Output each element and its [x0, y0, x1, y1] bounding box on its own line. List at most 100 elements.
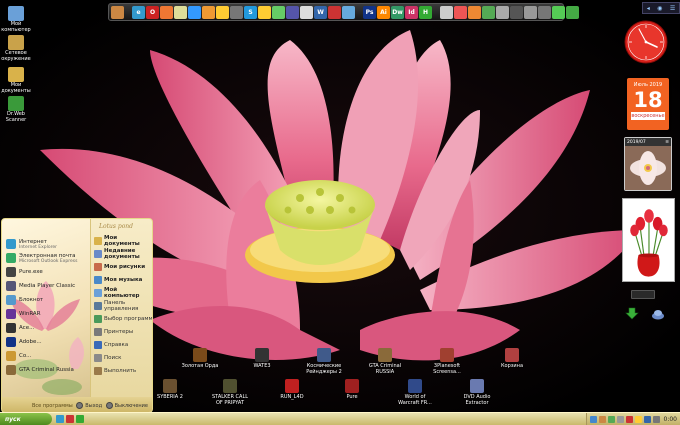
firefox-icon[interactable]: [160, 5, 173, 19]
pen-icon[interactable]: [342, 5, 355, 19]
desktop-icon[interactable]: SYBERIA 2: [148, 379, 192, 401]
start-menu-place-item[interactable]: Принтеры: [91, 325, 152, 338]
start-menu-place-item[interactable]: Недавние документы: [91, 247, 152, 260]
desktop-icon[interactable]: Корзина: [490, 348, 534, 370]
start-menu-place-item[interactable]: Выбор программ: [91, 312, 152, 325]
skype-icon[interactable]: S: [244, 5, 257, 19]
desktop-icon[interactable]: GTA Criminal RUSSIA: [363, 348, 407, 375]
quick-launch-icon[interactable]: [66, 415, 74, 423]
opera-icon[interactable]: O: [146, 5, 159, 19]
start-menu-place-item[interactable]: Моя музыка: [91, 273, 152, 286]
tools-icon[interactable]: [538, 5, 551, 19]
tray-icon[interactable]: [643, 415, 651, 423]
place-label: Мои документы: [104, 234, 140, 247]
ai-icon[interactable]: Ai: [377, 5, 390, 19]
tray-icon[interactable]: [634, 415, 642, 423]
quick-launch-bar: e O S W Ps Ai Dw Id H: [108, 3, 579, 21]
ps-icon[interactable]: Ps: [363, 5, 376, 19]
word-icon[interactable]: W: [314, 5, 327, 19]
camera-icon[interactable]: [510, 5, 523, 19]
tray-arrow-icon[interactable]: ◂: [647, 5, 650, 12]
flower-icon[interactable]: [454, 5, 467, 19]
desktop-icon[interactable]: STALKER CALL OF PRIPYAT: [208, 379, 252, 406]
place-icon: [94, 301, 102, 310]
start-menu-program-item[interactable]: Co...: [2, 349, 90, 363]
logoff-icon: [76, 402, 84, 409]
player-icon[interactable]: [216, 5, 229, 19]
calc-icon[interactable]: [286, 5, 299, 19]
desktop-icon[interactable]: 3Planesoft Screensa...: [425, 348, 469, 375]
desktop-icon[interactable]: Сетевое окружение: [0, 35, 33, 62]
start-menu-place-item[interactable]: Поиск: [91, 351, 152, 364]
start-menu-program-item[interactable]: GTA Criminal Russia: [2, 363, 90, 377]
start-menu-place-item[interactable]: Панель управления: [91, 299, 152, 312]
chat-icon[interactable]: [272, 5, 285, 19]
start-menu-place-item[interactable]: Выполнить: [91, 364, 152, 377]
gear-icon[interactable]: [496, 5, 509, 19]
shutdown-button[interactable]: Выключение: [105, 402, 148, 409]
start-menu-place-item[interactable]: Справка: [91, 338, 152, 351]
start-menu-program-item[interactable]: Блокнот: [2, 293, 90, 307]
quick-launch-icon[interactable]: [56, 415, 64, 423]
clock-gadget[interactable]: [624, 20, 668, 64]
arrow-icon[interactable]: [552, 5, 565, 19]
start-menu-place-item[interactable]: Мой компьютер: [91, 286, 152, 299]
cd-icon[interactable]: [440, 5, 453, 19]
desktop-icon[interactable]: Космические Рейнджеры 2: [302, 348, 346, 375]
desktop-icon[interactable]: Золотая Орда: [178, 348, 222, 370]
start-menu-place-item[interactable]: Мои рисунки: [91, 260, 152, 273]
start-menu-program-item[interactable]: Media Player Classic: [2, 279, 90, 293]
start-menu-program-item[interactable]: Adobe...: [2, 335, 90, 349]
slideshow-menu-icon[interactable]: ≡: [665, 140, 669, 145]
ball-icon[interactable]: [468, 5, 481, 19]
id-icon[interactable]: Id: [405, 5, 418, 19]
desktop-icon[interactable]: Dr.Web Scanner: [0, 96, 33, 123]
desktop-icon[interactable]: Мой компьютер: [0, 6, 33, 33]
tray-icon[interactable]: [607, 415, 615, 423]
image-icon[interactable]: [111, 5, 124, 19]
leaf-icon[interactable]: [566, 5, 579, 19]
tray-icon[interactable]: [598, 415, 606, 423]
logoff-button[interactable]: Выход: [76, 402, 102, 409]
ball-icon[interactable]: [188, 5, 201, 19]
start-button[interactable]: пуск: [0, 413, 52, 425]
bird-icon[interactable]: [174, 5, 187, 19]
start-menu-program-item[interactable]: Электронная почта Microsoft Outlook Expre…: [2, 251, 90, 265]
ie-icon[interactable]: e: [132, 5, 145, 19]
calendar-gadget[interactable]: Июль 2019 18 воскресенье: [627, 78, 669, 130]
tray-icon[interactable]: [589, 415, 597, 423]
quick-launch-icon[interactable]: [76, 415, 84, 423]
start-menu-place-item[interactable]: Мои документы: [91, 234, 152, 247]
desktop-icon[interactable]: WATE3: [240, 348, 284, 370]
qip-icon[interactable]: [258, 5, 271, 19]
download-arrow-icon[interactable]: [625, 307, 639, 321]
usb-icon[interactable]: [524, 5, 537, 19]
desktop-icon[interactable]: DVD Audio Extractor: [455, 379, 499, 406]
tray-icon[interactable]: [616, 415, 624, 423]
h-icon[interactable]: H: [419, 5, 432, 19]
tray-clock[interactable]: 0:00: [664, 416, 677, 423]
network-device-icon[interactable]: [651, 307, 665, 321]
globe-icon[interactable]: [482, 5, 495, 19]
dw-icon[interactable]: Dw: [391, 5, 404, 19]
start-menu-program-item[interactable]: Интернет Internet Explorer: [2, 237, 90, 251]
slideshow-gadget[interactable]: 2019/07 ≡: [624, 137, 672, 191]
desktop-icon[interactable]: RUN_L4D: [270, 379, 314, 401]
drive-device-icon[interactable]: [631, 290, 655, 299]
tray-icon[interactable]: [652, 415, 660, 423]
desktop-icon[interactable]: World of Warcraft FR...: [393, 379, 437, 406]
desktop-icon[interactable]: Мои документы: [0, 67, 33, 94]
window-icon[interactable]: [300, 5, 313, 19]
start-menu-program-item[interactable]: Ace...: [2, 321, 90, 335]
dvd-icon[interactable]: [230, 5, 243, 19]
desktop-icon[interactable]: Pure: [330, 379, 374, 401]
tulips-photo-gadget[interactable]: [622, 198, 675, 282]
tray-icon[interactable]: [625, 415, 633, 423]
start-menu-program-item[interactable]: WinRAR: [2, 307, 90, 321]
start-menu-program-item[interactable]: Pure.exe: [2, 265, 90, 279]
all-programs-button[interactable]: Все программы: [32, 403, 73, 409]
tray-menu-icon[interactable]: ☰: [670, 5, 675, 12]
tray-circle-icon[interactable]: ◉: [657, 5, 662, 12]
paint-icon[interactable]: [328, 5, 341, 19]
media-icon[interactable]: [202, 5, 215, 19]
